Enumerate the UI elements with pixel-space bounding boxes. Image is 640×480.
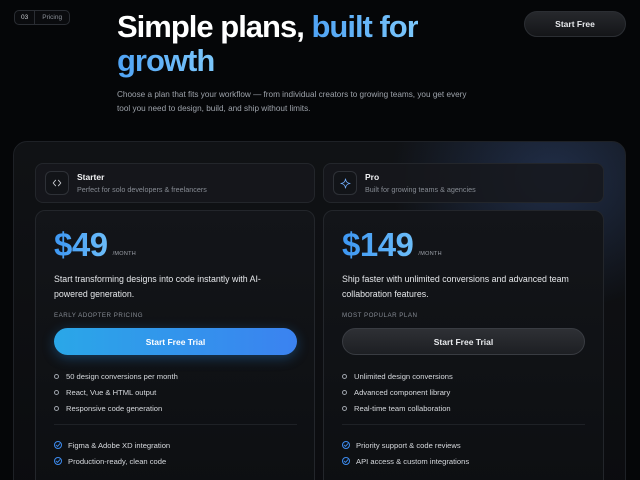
list-item: Real-time team collaboration <box>342 400 453 416</box>
plan-header-starter[interactable]: Starter Perfect for solo developers & fr… <box>35 163 315 203</box>
list-item: 50 design conversions per month <box>54 368 178 384</box>
check-circle-icon <box>342 457 350 465</box>
list-item: Figma & Adobe XD integration <box>54 437 170 453</box>
feature-label: React, Vue & HTML output <box>66 387 157 397</box>
bullet-icon <box>342 373 347 379</box>
plan-name-pro: Pro <box>365 171 380 182</box>
title-plain: Simple plans, <box>117 9 312 44</box>
check-circle-icon <box>342 441 350 449</box>
extras-list: Figma & Adobe XD integration Production-… <box>54 437 170 469</box>
start-free-trial-button[interactable]: Start Free Trial <box>342 328 585 355</box>
feature-label: Advanced component library <box>354 387 451 397</box>
list-item: Unlimited design conversions <box>342 368 453 384</box>
bullet-icon <box>342 405 347 411</box>
plan-subtitle-pro: Built for growing teams & agencies <box>365 184 476 194</box>
hero-description: Choose a plan that fits your workflow — … <box>117 90 467 113</box>
divider <box>54 424 297 425</box>
bullet-icon <box>342 389 347 395</box>
bullet-icon <box>54 405 59 411</box>
divider <box>342 424 585 425</box>
plan-description: Start transforming designs into code ins… <box>54 274 261 299</box>
pricing-page: 03 Pricing Simple plans, built for growth… <box>0 0 640 480</box>
list-item: Responsive code generation <box>54 400 178 416</box>
price-pro: $149 /MONTH <box>342 227 442 263</box>
plan-subtitle-starter: Perfect for solo developers & freelancer… <box>77 184 207 194</box>
feature-label: Unlimited design conversions <box>354 371 453 381</box>
plan-kicker: EARLY ADOPTER PRICING <box>54 312 144 319</box>
page-title: Simple plans, built for growth <box>117 10 457 78</box>
list-item: Advanced component library <box>342 384 453 400</box>
price-amount: $49 <box>54 226 108 263</box>
feature-label: Real-time team collaboration <box>354 403 451 413</box>
check-circle-icon <box>54 441 62 449</box>
feature-label: Responsive code generation <box>66 403 163 413</box>
list-item: Priority support & code reviews <box>342 437 469 453</box>
plan-header-pro[interactable]: Pro Built for growing teams & agencies <box>323 163 604 203</box>
section-tag: 03 Pricing <box>14 10 71 25</box>
plan-card-starter: $49 /MONTH Start transforming designs in… <box>35 210 315 480</box>
extras-list: Priority support & code reviews API acce… <box>342 437 469 469</box>
extra-label: Production-ready, clean code <box>68 456 167 466</box>
feature-list: 50 design conversions per month React, V… <box>54 368 178 416</box>
title-highlight-1: built for <box>311 9 418 44</box>
extra-label: API access & custom integrations <box>356 456 470 466</box>
section-number: 03 <box>15 11 36 24</box>
price-period: /MONTH <box>418 251 442 257</box>
plan-kicker: MOST POPULAR PLAN <box>342 312 418 319</box>
section-label: Pricing <box>42 14 63 21</box>
extra-label: Figma & Adobe XD integration <box>68 440 171 450</box>
bullet-icon <box>54 373 59 379</box>
sparkle-icon <box>333 171 357 195</box>
list-item: Production-ready, clean code <box>54 453 170 469</box>
price-starter: $49 /MONTH <box>54 227 136 263</box>
title-highlight-2: growth <box>117 43 215 78</box>
plan-name-starter: Starter <box>77 171 105 182</box>
extra-label: Priority support & code reviews <box>356 440 461 450</box>
list-item: React, Vue & HTML output <box>54 384 178 400</box>
list-item: API access & custom integrations <box>342 453 469 469</box>
plan-description: Ship faster with unlimited conversions a… <box>342 274 569 299</box>
check-circle-icon <box>54 457 62 465</box>
price-period: /MONTH <box>112 251 137 257</box>
plan-card-pro: $149 /MONTH Ship faster with unlimited c… <box>323 210 604 480</box>
feature-label: 50 design conversions per month <box>66 371 178 381</box>
bullet-icon <box>54 389 59 395</box>
price-amount: $149 <box>342 226 414 263</box>
start-free-button[interactable]: Start Free <box>524 11 626 37</box>
code-brackets-icon <box>45 171 69 195</box>
feature-list: Unlimited design conversions Advanced co… <box>342 368 453 416</box>
start-free-trial-button[interactable]: Start Free Trial <box>54 328 297 355</box>
